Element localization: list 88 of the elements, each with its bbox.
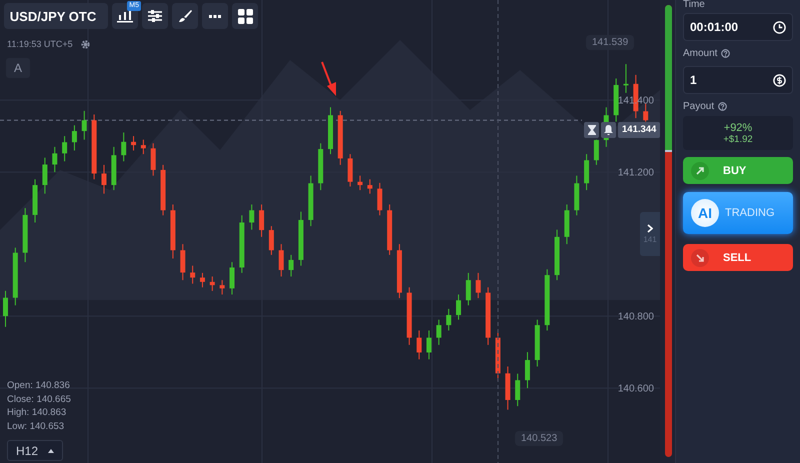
candlestick	[82, 110, 87, 140]
text-tool-button[interactable]: A	[6, 58, 30, 78]
candlestick	[594, 139, 599, 166]
drawing-tools-button[interactable]	[172, 3, 198, 29]
ai-trading-label: TRADING	[725, 207, 774, 219]
candlestick	[62, 136, 68, 162]
candlestick	[190, 265, 196, 284]
price-axis-label: 141.200	[618, 168, 654, 179]
brush-icon	[178, 9, 192, 23]
candlestick	[377, 182, 382, 216]
price-axis-label: 140.800	[618, 312, 654, 323]
more-icon	[209, 14, 221, 18]
high-price-label: 141.539	[586, 35, 634, 50]
candlestick	[131, 136, 136, 151]
arrow-down-right-icon	[691, 248, 709, 266]
candlestick	[456, 294, 462, 320]
candlestick	[180, 244, 186, 281]
caret-up-icon	[48, 448, 54, 452]
help-icon[interactable]	[718, 102, 728, 111]
ai-badge: AI	[691, 199, 719, 227]
candlestick	[210, 276, 215, 292]
candlestick	[643, 103, 648, 122]
payout-label: Payout	[683, 101, 714, 112]
sliders-icon	[148, 10, 162, 22]
candlestick	[259, 204, 264, 238]
timer-button[interactable]	[584, 122, 599, 138]
candlestick	[278, 244, 284, 278]
candlestick	[3, 290, 8, 328]
bell-icon	[604, 125, 613, 135]
candlestick	[515, 373, 520, 407]
layout-button[interactable]	[232, 3, 258, 29]
candlestick	[52, 146, 58, 173]
candlestick	[150, 142, 156, 176]
candlestick	[101, 164, 106, 194]
settings-icon[interactable]	[80, 40, 90, 48]
payout-percent: +92%	[724, 122, 752, 134]
alert-button[interactable]	[601, 122, 616, 138]
ohlc-value: Close: 140.665	[7, 392, 71, 406]
current-price-label: 141.344	[618, 122, 660, 138]
candlestick	[367, 178, 372, 194]
server-time: 11:19:53 UTC+5	[7, 39, 73, 49]
arrow-icon	[321, 62, 336, 96]
clock-icon	[773, 20, 786, 34]
payout-profit: +$1.92	[723, 134, 753, 144]
candlestick	[358, 175, 363, 191]
candlestick	[524, 352, 530, 389]
candlestick	[436, 319, 442, 346]
candlestick	[249, 204, 254, 230]
amount-field[interactable]: 1	[683, 66, 793, 94]
candlestick	[348, 154, 353, 187]
candlestick	[476, 272, 481, 299]
help-icon[interactable]	[721, 49, 730, 58]
candlestick-icon	[117, 9, 133, 23]
asset-selector[interactable]: USD/JPY OTC	[4, 3, 108, 29]
settings-button[interactable]	[142, 3, 168, 29]
amount-label: Amount	[683, 48, 718, 59]
candlestick	[140, 139, 146, 155]
candlestick	[268, 226, 274, 256]
candlestick	[288, 254, 294, 278]
candlestick	[72, 124, 77, 151]
candlestick	[230, 262, 235, 296]
ai-trading-button[interactable]: AI TRADING	[683, 192, 793, 234]
candlestick	[416, 330, 422, 360]
buy-button[interactable]: BUY	[683, 157, 793, 184]
candlestick	[623, 64, 628, 94]
candlestick	[584, 154, 590, 191]
hourglass-icon	[588, 125, 596, 135]
timeframe-selector[interactable]: H12	[7, 440, 63, 461]
dollar-icon	[773, 74, 786, 86]
time-label: Time	[683, 0, 706, 10]
candlestick	[121, 132, 126, 162]
candlestick	[42, 157, 48, 194]
candlestick	[200, 272, 205, 288]
arrow-up-right-icon	[691, 162, 709, 180]
candlestick	[446, 308, 452, 332]
candlestick	[466, 272, 471, 306]
grid-icon	[238, 8, 252, 24]
sell-button[interactable]: SELL	[683, 244, 793, 271]
ohlc-value: Open: 140.836	[7, 379, 71, 392]
time-field[interactable]: 00:01:00	[683, 13, 793, 41]
candlestick	[426, 330, 432, 360]
ohlc-value: Low: 140.653	[7, 420, 66, 433]
ohlc-value: High: 140.863	[7, 406, 68, 420]
candlestick	[220, 280, 225, 296]
low-price-label: 140.523	[515, 431, 564, 446]
chevron-right-icon	[647, 224, 653, 233]
more-button[interactable]	[202, 3, 228, 29]
price-axis-label: 140.600	[618, 384, 654, 395]
